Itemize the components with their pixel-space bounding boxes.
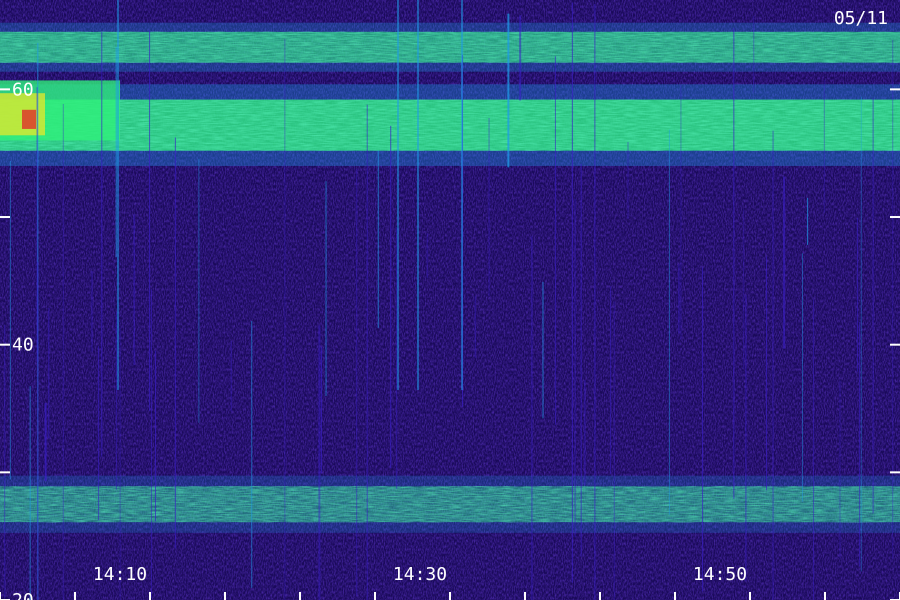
y-tick-label: 20 <box>12 590 34 600</box>
spectrogram-chart: 14:10 14:30 14:50 60 40 20 05/11 <box>0 0 900 600</box>
band-texture <box>0 31 900 63</box>
x-tick-label: 14:30 <box>393 564 447 585</box>
band-texture <box>0 99 900 151</box>
y-tick-label: 60 <box>12 79 34 100</box>
patch-red <box>22 109 36 129</box>
band-2 <box>0 475 900 533</box>
band-1 <box>0 84 900 166</box>
band-0 <box>0 22 900 72</box>
date-label: 05/11 <box>834 8 888 29</box>
x-tick-label: 14:50 <box>693 564 747 585</box>
spectrogram-plot: 14:10 14:30 14:50 60 40 20 05/11 <box>0 0 900 600</box>
x-tick-label: 14:10 <box>93 564 147 585</box>
band-texture <box>0 486 900 523</box>
y-tick-label: 40 <box>12 335 34 356</box>
